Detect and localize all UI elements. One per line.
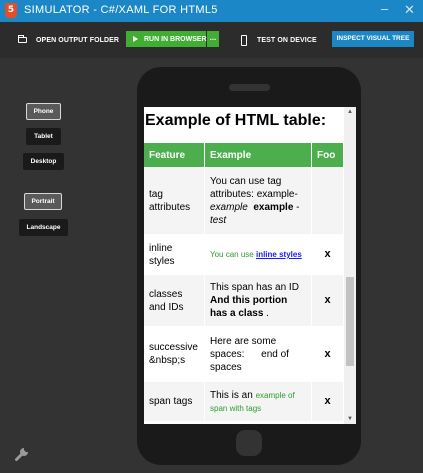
orientation-landscape-button[interactable]: Landscape — [19, 219, 68, 236]
phone-speaker — [229, 84, 270, 91]
foo-cell: x — [312, 327, 344, 382]
example-cell: This is an example of span with tags — [205, 382, 312, 422]
scroll-down-icon[interactable]: ▼ — [347, 416, 353, 422]
page-heading: Example of HTML table: — [145, 112, 327, 129]
close-button[interactable]: ✕ — [404, 2, 415, 18]
feature-cell: inline styles — [144, 235, 205, 275]
example-cell: You can use tag attributes: example-exam… — [205, 168, 312, 235]
play-icon — [133, 36, 138, 42]
table-row: span tags This is an example of span wit… — [144, 382, 344, 422]
feature-cell: successive &nbsp;s — [144, 327, 205, 382]
scrollbar-thumb[interactable] — [346, 277, 354, 366]
run-in-browser-button[interactable]: RUN IN BROWSER — [126, 31, 207, 47]
html5-icon: 5 — [5, 3, 17, 18]
title-bar: 5 SIMULATOR - C#/XAML FOR HTML5 – ✕ — [0, 0, 423, 22]
inspect-visual-tree-button[interactable]: INSPECT VISUAL TREE — [332, 31, 414, 47]
feature-cell: span tags — [144, 382, 205, 422]
foo-cell: x — [312, 382, 344, 422]
html-table: Feature Example Foo tag attributes You c… — [144, 143, 344, 422]
test-on-device-label: TEST ON DEVICE — [257, 36, 317, 44]
wrench-icon[interactable] — [15, 445, 31, 461]
foo-cell: x — [312, 235, 344, 275]
minimize-button[interactable]: – — [381, 1, 388, 16]
column-header: Foo — [312, 143, 344, 168]
open-output-folder-button[interactable]: OPEN OUTPUT FOLDER — [18, 22, 119, 58]
simulated-screen: Example of HTML table: Feature Example F… — [144, 107, 356, 424]
device-tablet-button[interactable]: Tablet — [26, 128, 61, 145]
table-header-row: Feature Example Foo — [144, 143, 344, 168]
foo-cell: x — [312, 275, 344, 327]
vertical-scrollbar[interactable]: ▲ ▼ — [344, 107, 356, 424]
example-cell: You can use inline styles — [205, 235, 312, 275]
open-output-folder-label: OPEN OUTPUT FOLDER — [36, 36, 120, 44]
feature-cell: tag attributes — [144, 168, 205, 235]
device-desktop-button[interactable]: Desktop — [23, 153, 64, 170]
example-cell: Here are some spaces: end of spaces — [205, 327, 312, 382]
feature-cell: classes and IDs — [144, 275, 205, 327]
foo-cell — [312, 168, 344, 235]
column-header: Example — [205, 143, 312, 168]
folder-icon — [18, 35, 27, 43]
column-header: Feature — [144, 143, 205, 168]
table-row: inline styles You can use inline styles … — [144, 235, 344, 275]
scroll-up-icon[interactable]: ▲ — [347, 109, 353, 115]
example-cell: This span has an ID And this portion has… — [205, 275, 312, 327]
table-row: classes and IDs This span has an ID And … — [144, 275, 344, 327]
test-on-device-button[interactable]: TEST ON DEVICE — [241, 22, 317, 58]
table-row: tag attributes You can use tag attribute… — [144, 168, 344, 235]
run-in-browser-label: RUN IN BROWSER — [144, 35, 207, 43]
orientation-portrait-button[interactable]: Portrait — [24, 193, 62, 210]
table-row: successive &nbsp;s Here are some spaces:… — [144, 327, 344, 382]
run-options-button[interactable]: ... — [207, 31, 219, 47]
window-title: SIMULATOR - C#/XAML FOR HTML5 — [24, 4, 218, 16]
phone-home-button — [236, 430, 262, 456]
device-phone-button[interactable]: Phone — [26, 103, 61, 120]
mobile-device-icon — [241, 34, 247, 46]
inline-styles-link[interactable]: inline styles — [256, 250, 302, 259]
